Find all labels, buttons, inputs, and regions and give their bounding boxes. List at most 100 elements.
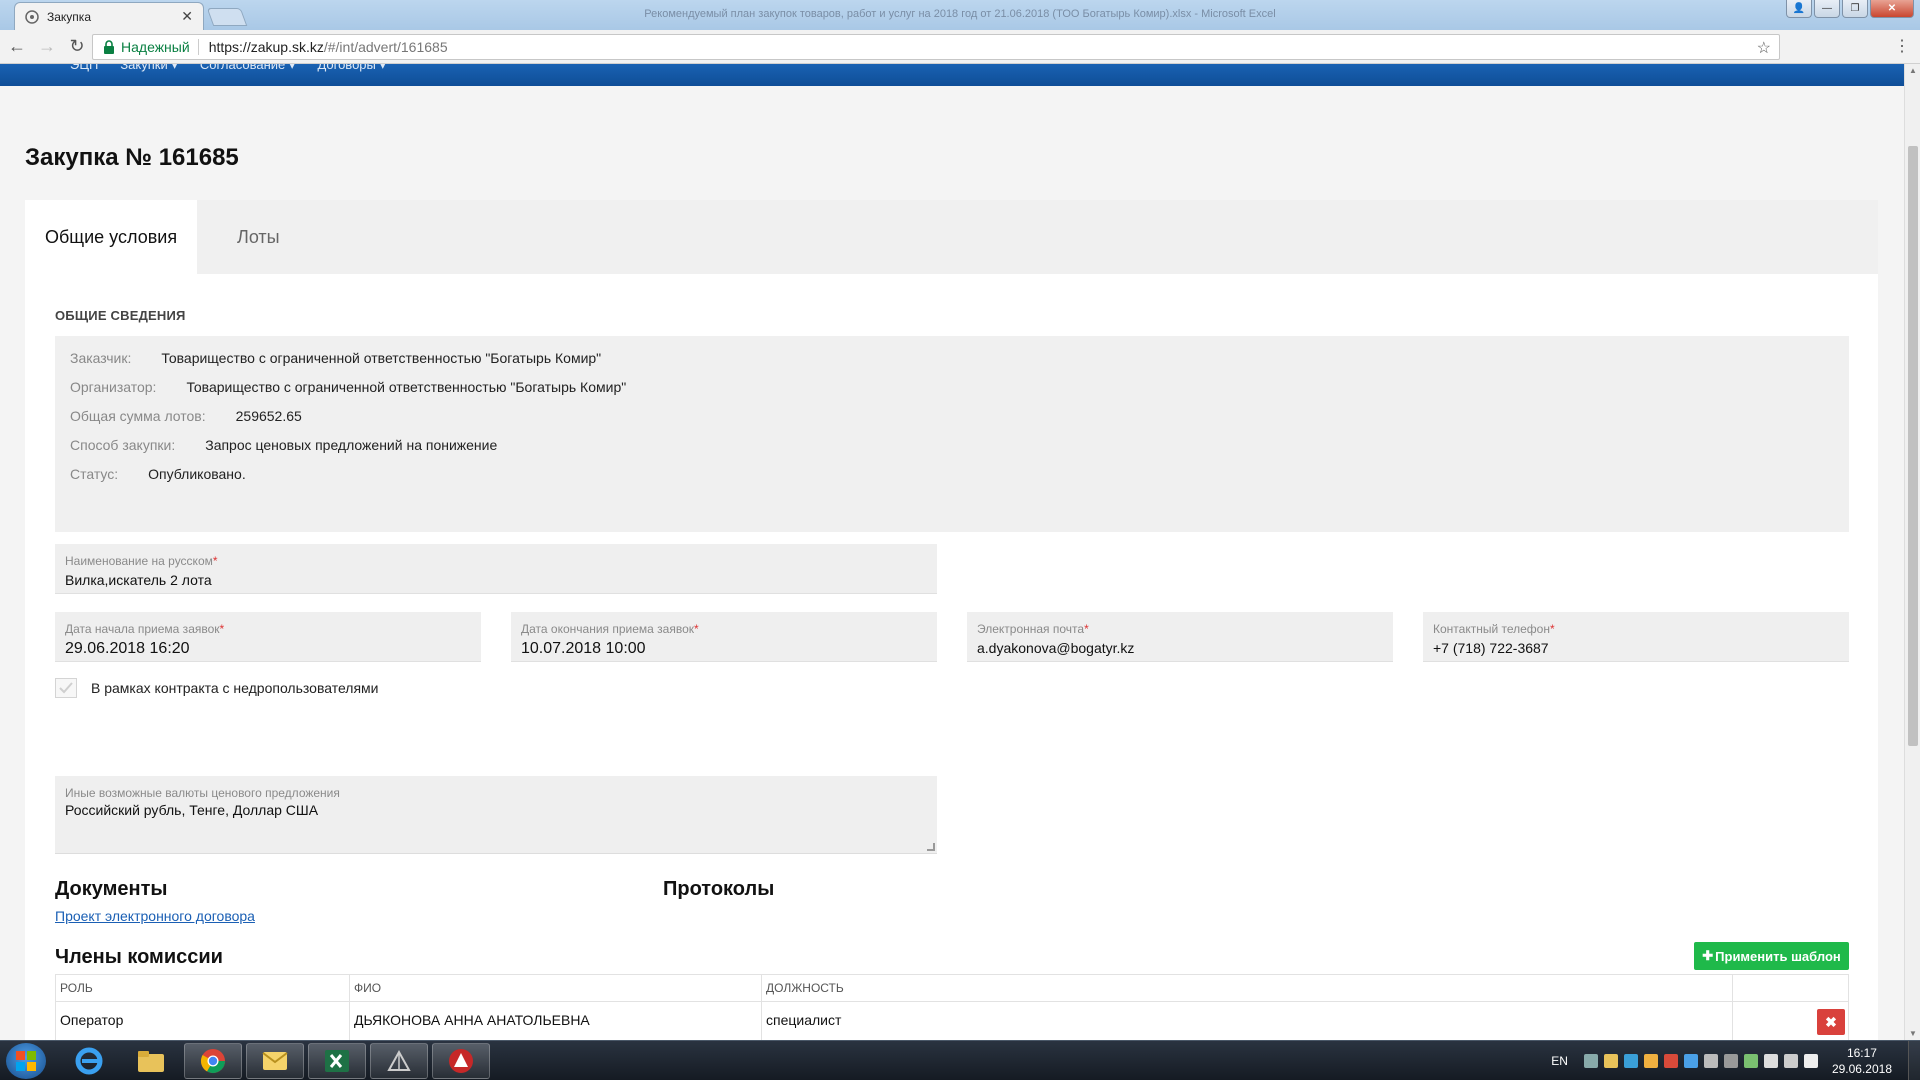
secure-label: Надежный [121,39,190,55]
scrollbar-thumb[interactable] [1908,146,1918,746]
required-mark: * [1084,622,1089,636]
info-value: Товарищество с ограниченной ответственно… [161,350,602,366]
user-profile-button[interactable]: 👤 [1786,0,1812,18]
sketch-app-icon[interactable] [370,1043,428,1079]
file-explorer-icon[interactable] [122,1043,180,1079]
tray-mail-icon[interactable] [1643,1054,1658,1068]
currencies-textarea[interactable]: Иные возможные валюты ценового предложен… [55,776,937,854]
tray-network-share-icon[interactable] [1583,1054,1598,1068]
excel-icon[interactable] [308,1043,366,1079]
windows-taskbar: EN 16:17 29.06.2018 [0,1040,1920,1080]
site-favicon-icon [25,9,39,24]
table-header-row: РОЛЬ ФИО ДОЛЖНОСТЬ [55,975,1849,1002]
scroll-up-icon[interactable]: ▲ [1909,66,1917,75]
tab-general-conditions[interactable]: Общие условия [25,200,198,274]
general-info-heading: ОБЩИЕ СВЕДЕНИЯ [55,308,186,323]
field-value: a.dyakonova@bogatyr.kz [977,640,1135,656]
chrome-icon[interactable] [184,1043,242,1079]
tray-app-icon[interactable] [1683,1054,1698,1068]
field-label: Дата окончания приема заявок* [521,622,699,636]
bookmark-star-icon[interactable]: ☆ [1757,38,1771,58]
field-value: +7 (718) 722-3687 [1433,640,1549,656]
column-header-position: ДОЛЖНОСТЬ [762,975,1733,1001]
tray-key-icon[interactable] [1603,1054,1618,1068]
subsoil-checkbox-label: В рамках контракта с недропользователями [91,680,379,696]
required-mark: * [212,554,218,568]
browser-toolbar: ← → ↻ Надежный https://zakup.sk.kz/#/int… [0,30,1920,64]
info-key: Способ закупки: [70,437,176,453]
tab-lots[interactable]: Лоты [217,200,300,274]
clock-date: 29.06.2018 [1831,1062,1892,1076]
omnibox-separator [197,39,199,55]
url-host: https://zakup.sk.kz [208,39,324,55]
delete-member-button[interactable]: ✖ [1817,1009,1845,1035]
close-icon: ✖ [1825,1013,1837,1030]
cell-position: специалист [762,1002,1733,1040]
start-button[interactable] [6,1043,46,1079]
info-value: Опубликовано. [148,466,246,482]
tray-clock[interactable]: 16:17 29.06.2018 [1832,1045,1892,1077]
restore-button[interactable]: ❐ [1842,0,1868,18]
url-path: /#/int/advert/161685 [323,39,448,55]
info-row-organizer: Организатор: Товарищество с ограниченной… [70,379,626,395]
clock-time: 16:17 [1846,1046,1877,1060]
cell-name: ДЬЯКОНОВА АННА АНАТОЛЬЕВНА [350,1002,762,1040]
forward-arrow-icon[interactable]: → [34,34,60,60]
general-info-box: Заказчик: Товарищество с ограниченной от… [55,336,1849,532]
nav-item-contracts[interactable]: Договоры ▾ [317,64,386,73]
browser-tab-active[interactable]: Закупка ✕ [14,2,204,30]
nav-item-approval[interactable]: Согласование ▾ [200,64,296,73]
page-content: Закупка № 161685 Общие условия Лоты ОБЩИ… [0,86,1904,1040]
nav-item-ecp[interactable]: ЭЦП [70,64,98,73]
language-indicator[interactable]: EN [1551,1054,1568,1068]
required-mark: * [219,622,225,636]
tray-printer-icon[interactable] [1703,1054,1718,1068]
reload-icon[interactable]: ↻ [64,34,90,60]
tray-device-icon[interactable] [1723,1054,1738,1068]
tray-flag-icon[interactable] [1763,1054,1778,1068]
minimize-button[interactable]: — [1814,0,1840,18]
tray-icons [1583,1054,1818,1068]
info-value: Запрос ценовых предложений на понижение [205,437,498,453]
back-arrow-icon[interactable]: ← [4,34,30,60]
end-date-field[interactable]: Дата окончания приема заявок* 10.07.2018… [511,612,937,662]
scroll-down-icon[interactable]: ▼ [1909,1029,1917,1038]
app-shield-icon[interactable] [432,1043,490,1079]
start-date-field[interactable]: Дата начала приема заявок* 29.06.2018 16… [55,612,481,662]
name-ru-field[interactable]: Наименование на русском* Вилка,искатель … [55,544,937,594]
tray-volume-icon[interactable] [1803,1054,1818,1068]
site-header: ЭЦП Закупки ▾ Согласование ▾ Договоры ▾ [0,64,1904,86]
tray-network-icon[interactable] [1783,1054,1798,1068]
show-desktop-button[interactable] [1908,1041,1920,1080]
window-controls: 👤 — ❐ ✕ [1786,0,1914,18]
new-tab-button[interactable] [206,8,248,26]
info-row-status: Статус: Опубликовано. [70,466,246,482]
field-value: Вилка,искатель 2 лота [65,572,212,588]
info-row-total-sum: Общая сумма лотов: 259652.65 [70,408,302,424]
address-bar[interactable]: Надежный https://zakup.sk.kz/#/int/adver… [92,34,1780,60]
site-nav-menu: ЭЦП Закупки ▾ Согласование ▾ Договоры ▾ [70,64,386,73]
windows-logo-icon [16,1051,36,1071]
page-scrollbar[interactable]: ▲ ▼ [1904,64,1920,1040]
field-label-text: Контактный телефон [1433,622,1550,636]
subsoil-checkbox-row[interactable]: В рамках контракта с недропользователями [55,678,378,698]
apply-template-button[interactable]: ✚ Применить шаблон [1694,942,1849,970]
protocols-heading: Протоколы [663,878,775,900]
tray-sync-icon[interactable] [1623,1054,1638,1068]
resize-grip-icon[interactable] [927,843,935,851]
required-mark: * [1549,622,1555,636]
contract-draft-link[interactable]: Проект электронного договора [55,908,255,924]
internet-explorer-icon[interactable] [60,1043,118,1079]
tab-close-icon[interactable]: ✕ [181,8,193,25]
phone-field[interactable]: Контактный телефон* +7 (718) 722-3687 [1423,612,1849,662]
field-label: Наименование на русском* [65,554,218,568]
tray-alert-icon[interactable] [1663,1054,1678,1068]
email-field[interactable]: Электронная почта* a.dyakonova@bogatyr.k… [967,612,1393,662]
field-label: Дата начала приема заявок* [65,622,224,636]
browser-menu-icon[interactable]: ⋮ [1894,36,1910,56]
nav-item-purchases[interactable]: Закупки ▾ [120,64,178,73]
close-window-button[interactable]: ✕ [1870,0,1914,18]
outlook-icon[interactable] [246,1043,304,1079]
tray-usb-icon[interactable] [1743,1054,1758,1068]
subsoil-checkbox[interactable] [55,678,77,698]
